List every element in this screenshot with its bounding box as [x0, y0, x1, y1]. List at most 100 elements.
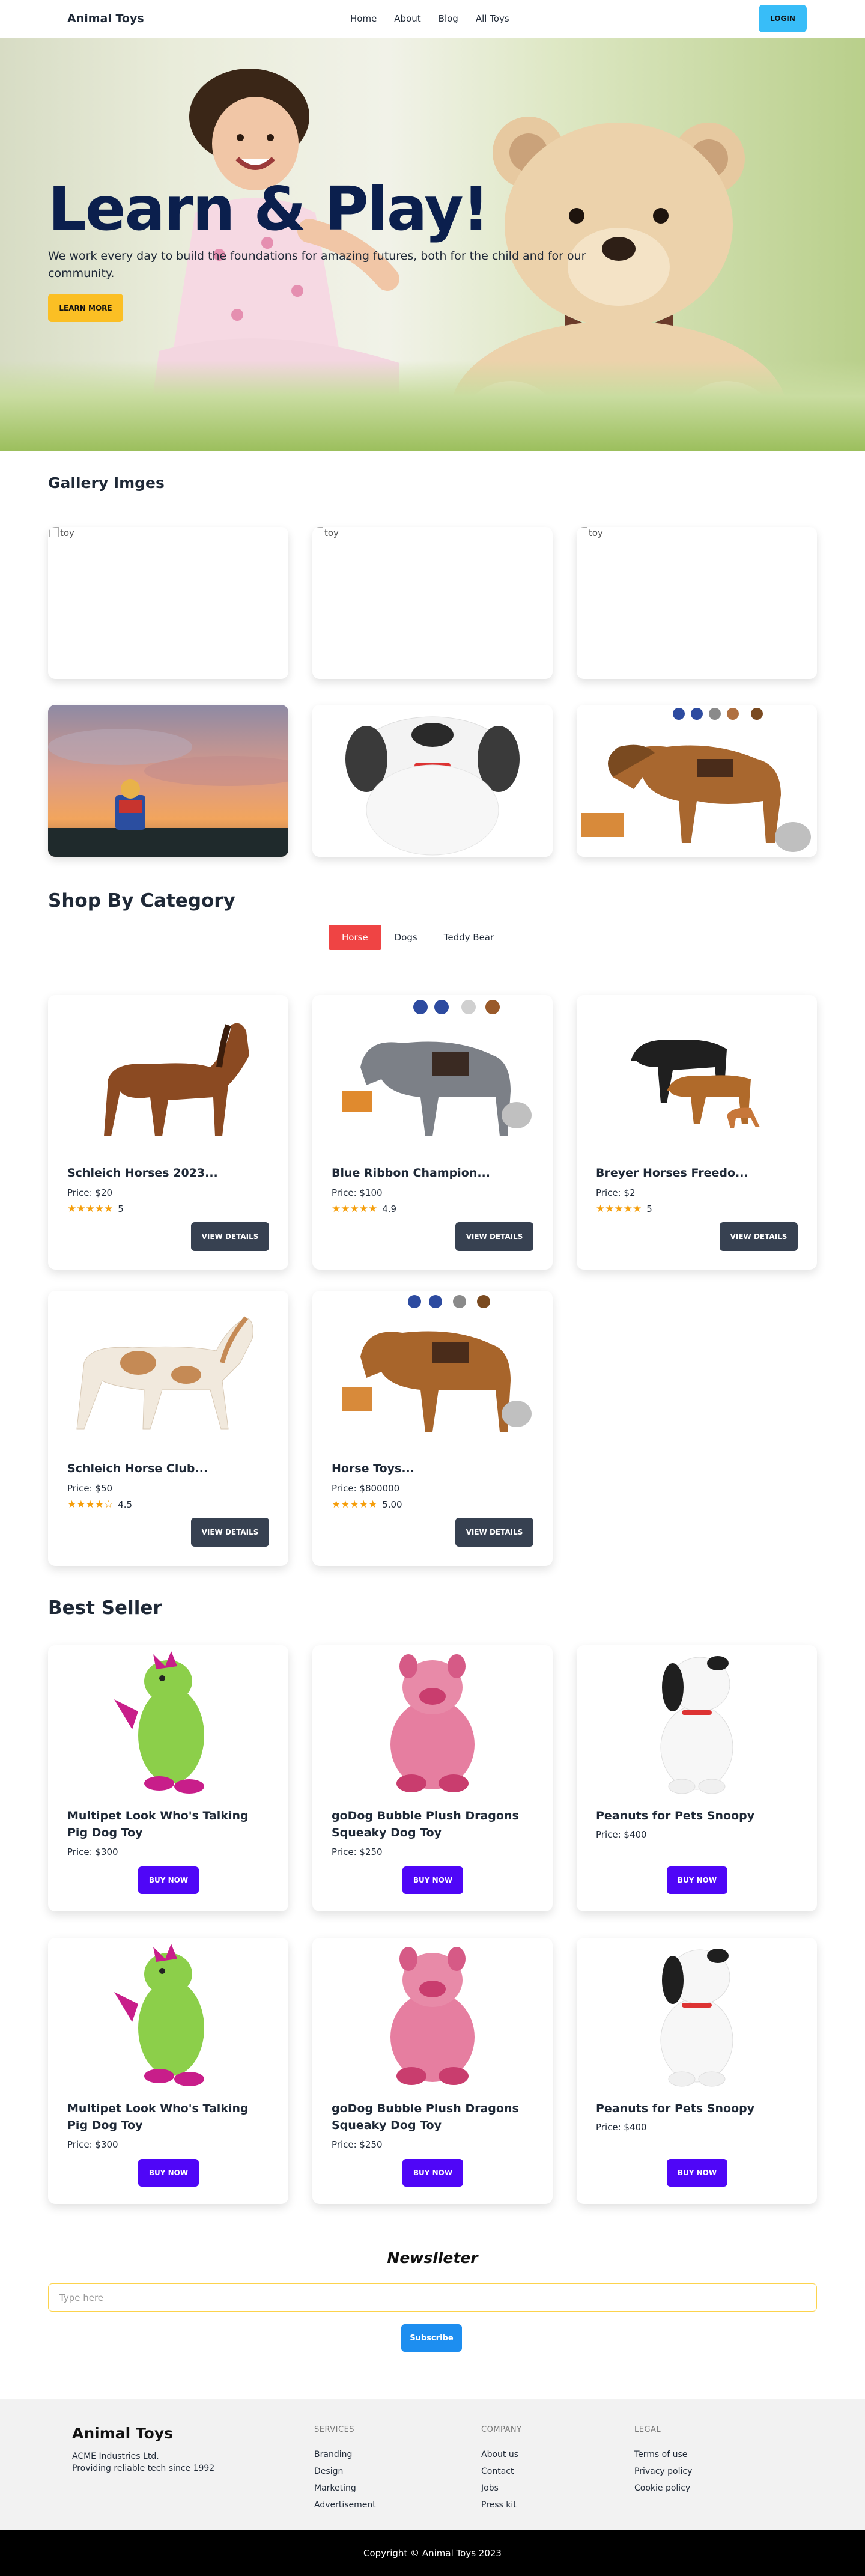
- footer-link-privacy[interactable]: Privacy policy: [634, 2463, 692, 2480]
- broken-image-alt: toy: [49, 527, 74, 538]
- rating-value: 5: [646, 1204, 652, 1214]
- product-name: Schleich Horse Club...: [67, 1462, 208, 1475]
- footer-link-design[interactable]: Design: [314, 2463, 376, 2480]
- gallery-card[interactable]: toy: [48, 527, 288, 679]
- footer-company-title: COMPANY: [481, 2425, 522, 2434]
- gallery-card[interactable]: [48, 705, 288, 857]
- learn-more-button[interactable]: LEARN MORE: [48, 294, 123, 322]
- product-name: Multipet Look Who's Talking Pig Dog Toy: [67, 1809, 249, 1839]
- newsletter-email-input[interactable]: Type here: [48, 2283, 817, 2312]
- category-tabs: Horse Dogs Teddy Bear: [329, 925, 507, 950]
- product-price: Price: $2: [596, 1187, 636, 1198]
- rating-stars: ★★★★★ 5.00: [332, 1499, 402, 1511]
- gallery-card[interactable]: [577, 705, 817, 857]
- product-image: [631, 1040, 760, 1128]
- rating-value: 4.5: [118, 1499, 133, 1510]
- gallery-title: Gallery Imges: [48, 474, 165, 492]
- subscribe-button[interactable]: Subscribe: [401, 2324, 462, 2352]
- product-card: Breyer Horses Freedo... Price: $2 ★★★★★ 5…: [577, 995, 817, 1270]
- nav-link-home[interactable]: Home: [350, 13, 377, 24]
- pig-plush-image: [390, 1654, 475, 1792]
- footer: Animal Toys ACME Industries Ltd. Providi…: [0, 2399, 865, 2530]
- product-card: Horse Toys... Price: $800000 ★★★★★ 5.00 V…: [312, 1291, 553, 1566]
- footer-company-column: COMPANY About us Contact Jobs Press kit: [481, 2425, 522, 2514]
- product-name: Multipet Look Who's Talking Pig Dog Toy: [67, 2102, 249, 2132]
- product-name: Breyer Horses Freedo...: [596, 1166, 748, 1180]
- tab-dogs[interactable]: Dogs: [381, 925, 431, 950]
- product-name: Peanuts for Pets Snoopy: [596, 1809, 755, 1822]
- best-seller-title: Best Seller: [48, 1597, 162, 1619]
- tab-teddy-bear[interactable]: Teddy Bear: [431, 925, 507, 950]
- product-price: Price: $50: [67, 1483, 113, 1494]
- product-price: Price: $100: [332, 1187, 383, 1198]
- product-name: Schleich Horses 2023...: [67, 1166, 218, 1180]
- product-price: Price: $400: [596, 2122, 647, 2133]
- rating-value: 4.9: [382, 1204, 397, 1214]
- snoopy-plush-image: [312, 705, 553, 857]
- broken-image-alt: toy: [314, 527, 339, 538]
- product-name: Horse Toys...: [332, 1462, 414, 1475]
- rating-value: 5: [118, 1204, 124, 1214]
- product-price: Price: $300: [67, 1847, 118, 1857]
- footer-legal-title: LEGAL: [634, 2425, 661, 2434]
- rating-value: 5.00: [382, 1499, 402, 1510]
- rating-stars: ★★★★☆ 4.5: [67, 1499, 133, 1511]
- product-card: Schleich Horses 2023... Price: $20 ★★★★★…: [48, 995, 288, 1270]
- footer-brand: Animal Toys: [72, 2425, 173, 2442]
- buy-now-button[interactable]: BUY NOW: [402, 2159, 463, 2187]
- newsletter-title: Newslleter: [387, 2249, 478, 2267]
- gallery-card[interactable]: toy: [312, 527, 553, 679]
- bestseller-card: Multipet Look Who's Talking Pig Dog Toy …: [48, 1645, 288, 1911]
- footer-services-title: SERVICES: [314, 2425, 355, 2434]
- product-card: Schleich Horse Club... Price: $50 ★★★★☆ 4…: [48, 1291, 288, 1566]
- buy-now-button[interactable]: BUY NOW: [138, 1866, 199, 1894]
- dragon-plush-image: [114, 1944, 204, 2086]
- gallery-card[interactable]: [312, 705, 553, 857]
- footer-link-branding[interactable]: Branding: [314, 2446, 376, 2463]
- view-details-button[interactable]: VIEW DETAILS: [191, 1222, 269, 1251]
- view-details-button[interactable]: VIEW DETAILS: [455, 1518, 533, 1547]
- product-price: Price: $300: [67, 2139, 118, 2150]
- footer-link-terms[interactable]: Terms of use: [634, 2446, 692, 2463]
- bestseller-card: Multipet Look Who's Talking Pig Dog Toy …: [48, 1938, 288, 2204]
- nav-link-blog[interactable]: Blog: [439, 13, 458, 24]
- footer-link-cookie[interactable]: Cookie policy: [634, 2480, 692, 2497]
- footer-link-marketing[interactable]: Marketing: [314, 2480, 376, 2497]
- product-image: [342, 1295, 532, 1432]
- view-details-button[interactable]: VIEW DETAILS: [191, 1518, 269, 1547]
- buy-now-button[interactable]: BUY NOW: [138, 2159, 199, 2187]
- view-details-button[interactable]: VIEW DETAILS: [455, 1222, 533, 1251]
- product-price: Price: $800000: [332, 1483, 400, 1494]
- rating-stars: ★★★★★ 5: [596, 1203, 652, 1215]
- view-details-button[interactable]: VIEW DETAILS: [720, 1222, 798, 1251]
- product-card: Blue Ribbon Champion... Price: $100 ★★★★…: [312, 995, 553, 1270]
- login-button[interactable]: LOGIN: [759, 5, 807, 32]
- product-name: Peanuts for Pets Snoopy: [596, 2102, 755, 2115]
- bestseller-card: goDog Bubble Plush Dragons Squeaky Dog T…: [312, 1938, 553, 2204]
- footer-company-info: ACME Industries Ltd. Providing reliable …: [72, 2450, 214, 2474]
- footer-link-press-kit[interactable]: Press kit: [481, 2497, 522, 2514]
- brand-logo[interactable]: Animal Toys: [67, 12, 144, 25]
- hero-banner: Learn & Play! We work every day to build…: [0, 38, 865, 451]
- bestseller-card: goDog Bubble Plush Dragons Squeaky Dog T…: [312, 1645, 553, 1911]
- rating-stars: ★★★★★ 4.9: [332, 1203, 397, 1215]
- buy-now-button[interactable]: BUY NOW: [667, 1866, 727, 1894]
- footer-link-jobs[interactable]: Jobs: [481, 2480, 522, 2497]
- buy-now-button[interactable]: BUY NOW: [667, 2159, 727, 2187]
- footer-link-contact[interactable]: Contact: [481, 2463, 522, 2480]
- nav-link-all-toys[interactable]: All Toys: [476, 13, 509, 24]
- hero-grass: [0, 361, 865, 451]
- product-price: Price: $250: [332, 1847, 383, 1857]
- nav-link-about[interactable]: About: [394, 13, 420, 24]
- hero-subtitle: We work every day to build the foundatio…: [48, 249, 586, 280]
- buy-now-button[interactable]: BUY NOW: [402, 1866, 463, 1894]
- rating-stars: ★★★★★ 5: [67, 1203, 124, 1215]
- tab-horse[interactable]: Horse: [329, 925, 381, 950]
- product-name: goDog Bubble Plush Dragons Squeaky Dog T…: [332, 1809, 519, 1839]
- footer-legal-column: LEGAL Terms of use Privacy policy Cookie…: [634, 2425, 692, 2497]
- footer-link-advertisement[interactable]: Advertisement: [314, 2497, 376, 2514]
- bestseller-card: Peanuts for Pets Snoopy Price: $400 BUY …: [577, 1645, 817, 1911]
- product-name: goDog Bubble Plush Dragons Squeaky Dog T…: [332, 2102, 519, 2132]
- gallery-card[interactable]: toy: [577, 527, 817, 679]
- footer-link-about-us[interactable]: About us: [481, 2446, 522, 2463]
